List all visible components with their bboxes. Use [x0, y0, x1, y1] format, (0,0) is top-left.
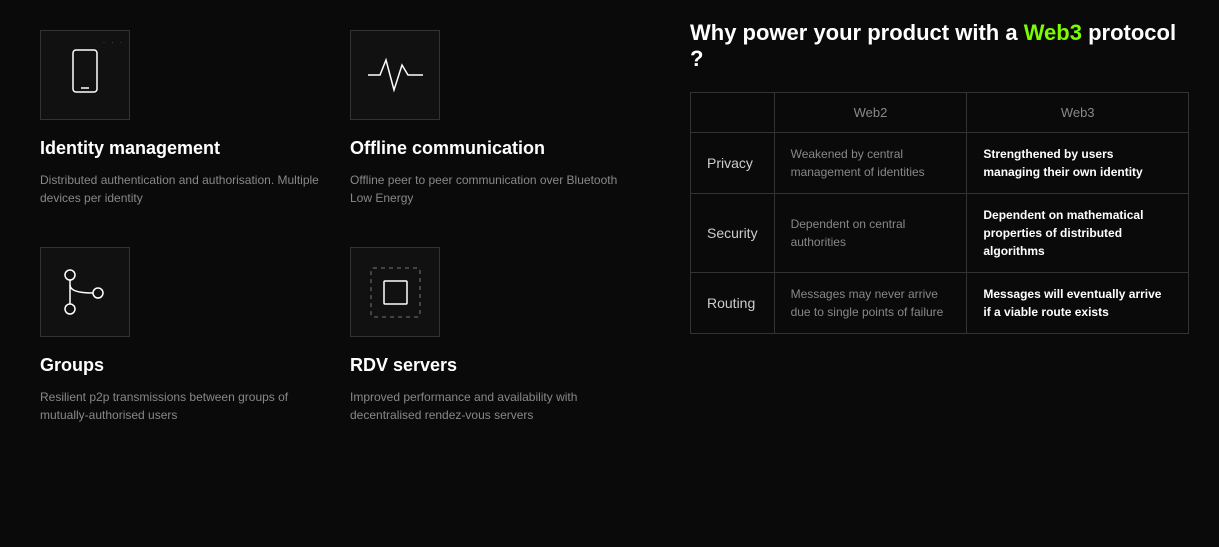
row-privacy-web2: Weakened by central management of identi…	[774, 133, 967, 194]
rdv-servers-desc: Improved performance and availability wi…	[350, 388, 630, 424]
row-privacy-feature: Privacy	[691, 133, 775, 194]
feature-identity-management: Identity management Distributed authenti…	[30, 20, 340, 237]
feature-groups: Groups Resilient p2p transmissions betwe…	[30, 237, 340, 454]
col-web3: Web3	[967, 93, 1189, 133]
groups-title: Groups	[40, 355, 320, 376]
row-routing-web2: Messages may never arrive due to single …	[774, 273, 967, 334]
row-security-web3: Dependent on mathematical properties of …	[967, 194, 1189, 273]
row-routing-feature: Routing	[691, 273, 775, 334]
table-row: Privacy Weakened by central management o…	[691, 133, 1189, 194]
rdv-servers-title: RDV servers	[350, 355, 630, 376]
identity-management-title: Identity management	[40, 138, 320, 159]
groups-desc: Resilient p2p transmissions between grou…	[40, 388, 320, 424]
row-security-web2: Dependent on central authorities	[774, 194, 967, 273]
col-feature	[691, 93, 775, 133]
table-header-row: Web2 Web3	[691, 93, 1189, 133]
features-grid: Identity management Distributed authenti…	[30, 20, 650, 454]
table-row: Routing Messages may never arrive due to…	[691, 273, 1189, 334]
square-dotted-icon	[368, 265, 423, 320]
rdv-servers-icon-box	[350, 247, 440, 337]
comparison-section: Why power your product with a Web3 proto…	[650, 20, 1189, 334]
comparison-highlight: Web3	[1024, 20, 1082, 45]
offline-communication-icon-box	[350, 30, 440, 120]
feature-offline-communication: Offline communication Offline peer to pe…	[340, 20, 650, 237]
offline-communication-title: Offline communication	[350, 138, 630, 159]
comparison-heading: Why power your product with a Web3 proto…	[690, 20, 1189, 72]
table-row: Security Dependent on central authoritie…	[691, 194, 1189, 273]
comparison-table: Web2 Web3 Privacy Weakened by central ma…	[690, 92, 1189, 334]
feature-rdv-servers: RDV servers Improved performance and ava…	[340, 237, 650, 454]
row-routing-web3: Messages will eventually arrive if a via…	[967, 273, 1189, 334]
git-branch-icon	[60, 265, 110, 320]
identity-management-desc: Distributed authentication and authorisa…	[40, 171, 320, 207]
row-security-feature: Security	[691, 194, 775, 273]
row-privacy-web3: Strengthened by users managing their own…	[967, 133, 1189, 194]
pulse-icon	[368, 55, 423, 95]
groups-icon-box	[40, 247, 130, 337]
offline-communication-desc: Offline peer to peer communication over …	[350, 171, 630, 207]
comparison-title-prefix: Why power your product with a	[690, 20, 1024, 45]
identity-management-icon-box	[40, 30, 130, 120]
smartphone-icon	[65, 48, 105, 103]
col-web2: Web2	[774, 93, 967, 133]
